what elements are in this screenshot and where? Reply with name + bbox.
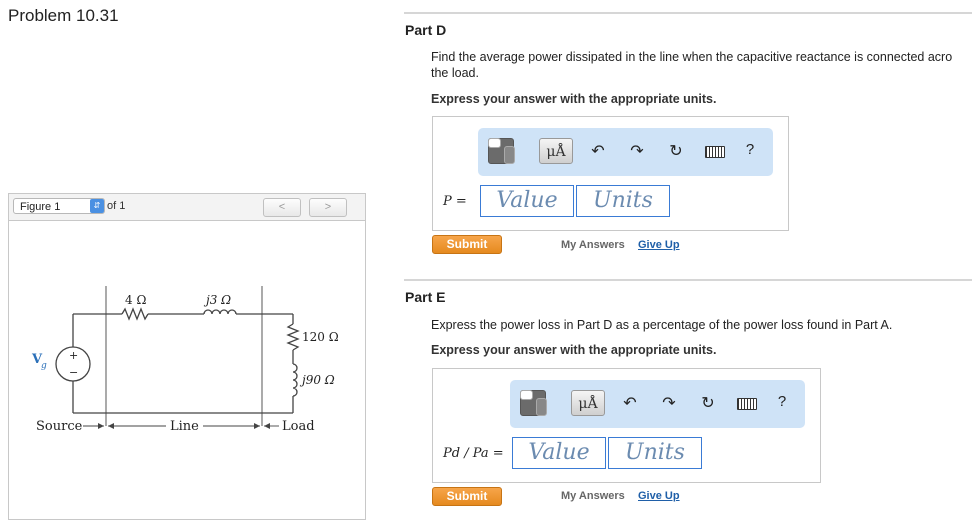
part-d-value-input[interactable]: Value [480, 185, 574, 217]
arrow-head-line-right [254, 423, 260, 429]
line-resistance-label: 4 Ω [125, 293, 146, 307]
help-icon[interactable]: ? [772, 393, 792, 410]
part-d-title: Part D [405, 22, 447, 38]
templates-icon-bar [536, 398, 547, 416]
keyboard-icon[interactable] [705, 146, 725, 158]
line-resistor [121, 307, 149, 321]
arrow-head-source [98, 423, 104, 429]
part-e-title: Part E [405, 289, 446, 305]
part-e-value-input[interactable]: Value [512, 437, 606, 469]
help-icon[interactable]: ? [740, 141, 760, 158]
templates-icon-box [520, 390, 533, 400]
figure-select[interactable]: Figure 1 ⇵ [13, 198, 105, 214]
part-e-my-answers[interactable]: My Answers [561, 490, 625, 502]
load-resistor [286, 323, 300, 351]
part-d-units-input[interactable]: Units [576, 185, 670, 217]
arrow-head-load [264, 423, 270, 429]
line-inductor [203, 309, 237, 315]
figure-select-value: Figure 1 [20, 201, 61, 213]
select-arrows-icon: ⇵ [90, 199, 104, 213]
line-section-label: Line [170, 419, 199, 434]
redo-icon[interactable]: ↷ [659, 393, 679, 413]
units-symbol-button[interactable]: μÅ [539, 138, 573, 164]
templates-icon-bar [504, 146, 515, 164]
previous-figure-button[interactable]: < [263, 198, 301, 217]
templates-icon-box [488, 138, 501, 148]
figure-toolbar: Figure 1 ⇵ of 1 < > [9, 194, 365, 221]
part-e-instruction: Express your answer with the appropriate… [431, 343, 717, 357]
next-figure-button[interactable]: > [309, 198, 347, 217]
figure-panel: Figure 1 ⇵ of 1 < > 4 Ω j3 Ω 120 Ω j90 Ω… [8, 193, 366, 520]
part-d-prompt: Find the average power dissipated in the… [431, 49, 972, 81]
part-e-variable-label: Pd / Pa = [443, 446, 504, 461]
source-voltage-subscript: g [41, 361, 47, 371]
part-e-give-up-link[interactable]: Give Up [638, 490, 680, 502]
reset-icon[interactable]: ↻ [666, 141, 686, 161]
minus-sign: − [69, 366, 78, 379]
part-e-submit-button[interactable]: Submit [432, 487, 502, 506]
part-d-submit-button[interactable]: Submit [432, 235, 502, 254]
part-e-prompt: Express the power loss in Part D as a pe… [431, 318, 893, 332]
figure-count-label: of 1 [107, 200, 126, 212]
undo-icon[interactable]: ↶ [588, 141, 608, 161]
circuit-diagram: 4 Ω j3 Ω 120 Ω j90 Ω + − V g Source Line… [31, 286, 339, 434]
part-d-prompt-line2: the load. [431, 66, 479, 80]
part-d-my-answers[interactable]: My Answers [561, 239, 625, 251]
part-d-instruction: Express your answer with the appropriate… [431, 92, 717, 106]
reset-icon[interactable]: ↻ [698, 393, 718, 413]
plus-sign: + [69, 349, 78, 362]
source-section-label: Source [36, 419, 83, 434]
part-d-prompt-line1: Find the average power dissipated in the… [431, 50, 953, 64]
line-reactance-label: j3 Ω [203, 293, 231, 307]
part-d-answer-box: μÅ ↶ ↷ ↻ ? P = Value Units [432, 116, 789, 231]
part-e-divider [404, 279, 972, 281]
part-d-give-up-link[interactable]: Give Up [638, 239, 680, 251]
part-d-toolbar: μÅ ↶ ↷ ↻ ? [478, 128, 773, 176]
keyboard-icon[interactable] [737, 398, 757, 410]
redo-icon[interactable]: ↷ [627, 141, 647, 161]
problem-title: Problem 10.31 [8, 6, 119, 25]
load-resistance-label: 120 Ω [302, 330, 339, 344]
load-inductor [292, 363, 298, 397]
load-section-label: Load [282, 419, 315, 434]
units-symbol-button[interactable]: μÅ [571, 390, 605, 416]
part-e-toolbar: μÅ ↶ ↷ ↻ ? [510, 380, 805, 428]
part-e-answer-box: μÅ ↶ ↷ ↻ ? Pd / Pa = Value Units [432, 368, 821, 483]
undo-icon[interactable]: ↶ [620, 393, 640, 413]
part-d-variable-label: P = [443, 194, 467, 209]
part-e-units-input[interactable]: Units [608, 437, 702, 469]
load-reactance-label: j90 Ω [299, 373, 335, 387]
part-d-divider [404, 12, 972, 14]
arrow-head-line-left [108, 423, 114, 429]
